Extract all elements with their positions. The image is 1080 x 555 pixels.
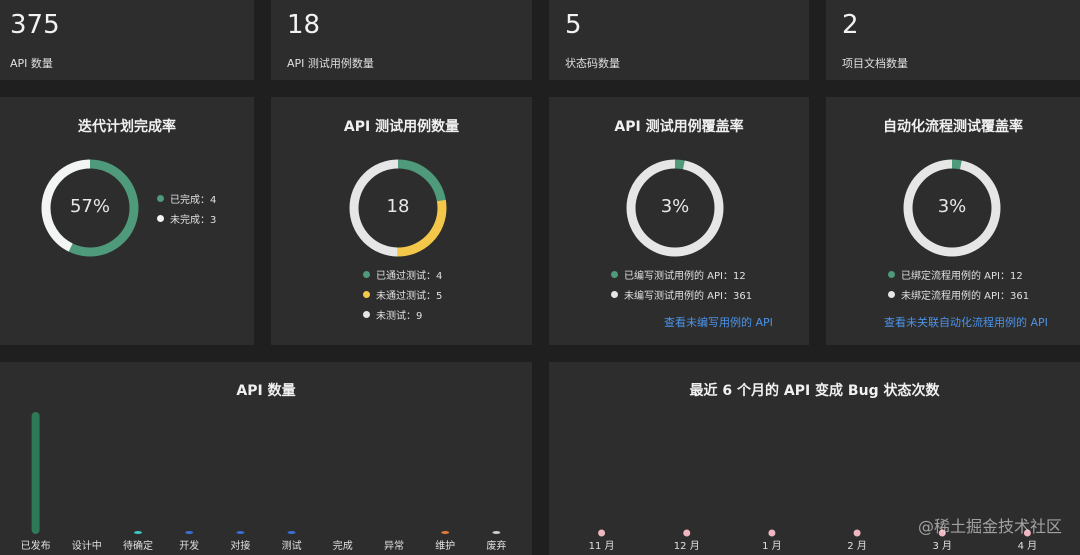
legend-label: 已完成：4 — [170, 194, 217, 206]
stat-value: 375 — [10, 10, 60, 40]
x-tick-label: 测试 — [282, 539, 302, 552]
legend-label: 已编写测试用例的 API：12 — [624, 270, 746, 282]
card-title: 自动化流程测试覆盖率 — [883, 119, 1023, 135]
donut-center-value: 57% — [69, 196, 110, 217]
view-untested-api-link[interactable]: 查看未编写用例的 API — [664, 314, 773, 330]
x-tick-label: 设计中 — [72, 539, 102, 552]
legend-item: 已通过测试：4 — [363, 264, 442, 284]
legend-dot — [363, 270, 370, 278]
x-tick-label: 12 月 — [674, 540, 700, 552]
stat-label: 项目文档数量 — [842, 57, 908, 70]
x-tick-label: 异常 — [384, 539, 404, 552]
legend: 已编写测试用例的 API：12 未编写测试用例的 API：361 — [611, 264, 752, 304]
legend-item: 已编写测试用例的 API：12 — [611, 264, 752, 284]
donut-center-value: 3% — [660, 196, 690, 217]
api-count-bar-chart: 已发布 设计中 待确定 开发 对接 测试 完成 异常 维护 废弃 — [21, 412, 506, 552]
x-tick-label: 维护 — [435, 539, 455, 552]
x-tick-label: 已发布 — [21, 539, 51, 552]
stat-card-status-code-count: 5 状态码数量 — [549, 0, 809, 80]
legend-label: 未测试：9 — [376, 310, 423, 322]
legend-item: 未完成：3 — [157, 208, 216, 228]
legend-dot — [157, 214, 164, 222]
legend-item: 未绑定流程用例的 API：361 — [888, 284, 1029, 304]
x-tick-label: 2 月 — [847, 540, 867, 552]
x-tick-label: 完成 — [333, 539, 353, 552]
point-11 月[interactable] — [598, 529, 606, 537]
legend-item: 已绑定流程用例的 API：12 — [888, 264, 1029, 284]
view-unlinked-automation-api-link[interactable]: 查看未关联自动化流程用例的 API — [884, 314, 1048, 330]
legend-label: 已绑定流程用例的 API：12 — [901, 270, 1023, 282]
iteration-completion-card: 迭代计划完成率 57% 已完成：4 未完成：3 — [0, 97, 254, 345]
bar-已发布[interactable] — [31, 412, 40, 534]
stat-card-api-count: 375 API 数量 — [0, 0, 254, 80]
legend-label: 已通过测试：4 — [376, 270, 443, 282]
api-count-chart-card: API 数量 已发布 设计中 待确定 开发 对接 测试 完成 异常 维护 废弃 — [0, 362, 532, 555]
legend-dot — [888, 290, 895, 298]
card-title: 迭代计划完成率 — [78, 119, 176, 135]
bar-废弃[interactable] — [492, 531, 501, 534]
watermark: @稀土掘金技术社区 — [917, 517, 1062, 536]
x-tick-label: 废弃 — [486, 539, 506, 552]
api-testcase-coverage-card: API 测试用例覆盖率 3% 已编写测试用例的 API：12 未编写测试用例的 … — [549, 97, 809, 345]
legend-dot — [888, 270, 895, 278]
x-tick-label: 3 月 — [932, 540, 952, 552]
stat-value: 5 — [565, 10, 582, 40]
bar-对接[interactable] — [236, 531, 245, 534]
point-2 月[interactable] — [853, 529, 861, 537]
donut-center-value: 18 — [386, 196, 410, 217]
stat-value: 2 — [842, 10, 859, 40]
x-tick-label: 对接 — [230, 539, 250, 552]
card-title: API 测试用例覆盖率 — [614, 119, 744, 135]
legend-item: 已完成：4 — [157, 188, 216, 208]
legend-item: 未通过测试：5 — [363, 284, 442, 304]
legend-dot — [611, 270, 618, 278]
bar-开发[interactable] — [185, 531, 194, 534]
automation-coverage-card: 自动化流程测试覆盖率 3% 已绑定流程用例的 API：12 未绑定流程用例的 A… — [826, 97, 1080, 345]
stat-card-doc-count: 2 项目文档数量 — [826, 0, 1080, 80]
stat-label: API 数量 — [10, 57, 53, 70]
legend-label: 未通过测试：5 — [376, 290, 443, 302]
legend-label: 未编写测试用例的 API：361 — [624, 290, 753, 302]
stat-label: 状态码数量 — [565, 57, 620, 70]
x-tick-label: 4 月 — [1018, 540, 1038, 552]
bar-维护[interactable] — [441, 531, 450, 534]
x-tick-label: 开发 — [179, 539, 199, 552]
bar-测试[interactable] — [287, 531, 296, 534]
legend: 已完成：4 未完成：3 — [157, 188, 216, 228]
testcase-count-card: API 测试用例数量 18 已通过测试：4 未通过测试：5 未测试：9 — [271, 97, 532, 345]
card-title: API 测试用例数量 — [343, 119, 460, 135]
point-12 月[interactable] — [683, 529, 691, 537]
donut-center-value: 3% — [937, 196, 967, 217]
x-tick-label: 待确定 — [123, 539, 153, 552]
stat-card-testcase-count: 18 API 测试用例数量 — [271, 0, 532, 80]
legend: 已绑定流程用例的 API：12 未绑定流程用例的 API：361 — [888, 264, 1029, 304]
legend: 已通过测试：4 未通过测试：5 未测试：9 — [363, 264, 442, 324]
x-tick-label: 1 月 — [762, 540, 782, 552]
legend-dot — [611, 290, 618, 298]
legend-dot — [363, 310, 370, 318]
legend-item: 未测试：9 — [363, 304, 442, 324]
point-1 月[interactable] — [768, 529, 776, 537]
stat-label: API 测试用例数量 — [287, 57, 374, 70]
legend-label: 未绑定流程用例的 API：361 — [901, 290, 1030, 302]
legend-item: 未编写测试用例的 API：361 — [611, 284, 752, 304]
x-tick-label: 11 月 — [589, 540, 615, 552]
stat-value: 18 — [287, 10, 321, 40]
legend-label: 未完成：3 — [170, 214, 217, 226]
legend-dot — [363, 290, 370, 298]
bar-待确定[interactable] — [134, 531, 142, 534]
legend-dot — [157, 194, 164, 202]
